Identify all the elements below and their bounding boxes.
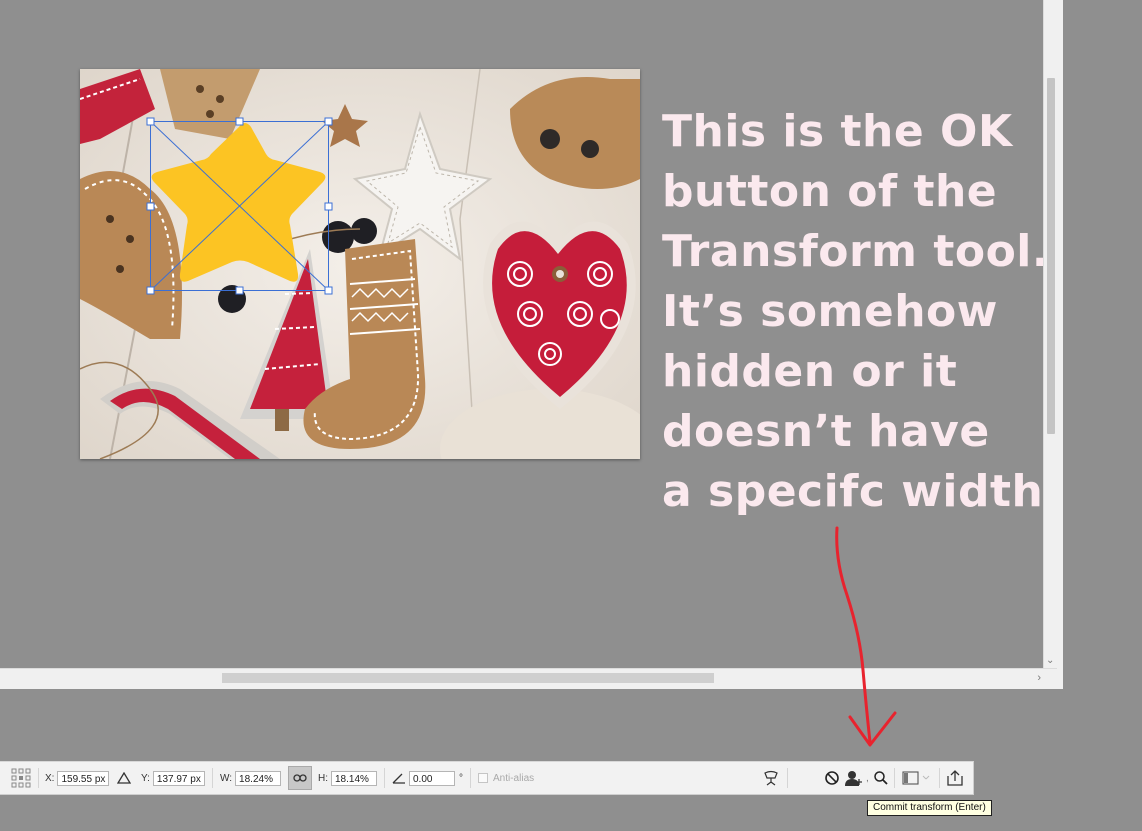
- width-input[interactable]: 18.24%: [235, 770, 282, 786]
- y-label: Y:: [141, 772, 150, 784]
- scroll-right-icon[interactable]: ›: [1037, 672, 1041, 684]
- height-label: H:: [318, 772, 328, 784]
- commit-icon: [845, 771, 862, 786]
- annotation-line: This is the OK: [662, 106, 1013, 157]
- tooltip: Commit transform (Enter): [867, 800, 992, 816]
- annotation-line: button of the: [662, 166, 998, 217]
- rotate-angle-icon: [392, 762, 406, 794]
- vertical-scrollbar[interactable]: ⌄: [1043, 0, 1058, 668]
- vertical-scrollbar-thumb[interactable]: [1047, 78, 1055, 434]
- document-image[interactable]: [80, 69, 640, 459]
- annotation-text: This is the OK button of the Transform t…: [662, 102, 1050, 522]
- panel-edge: [1057, 0, 1063, 689]
- rotation-angle-input[interactable]: 0.00: [409, 770, 455, 786]
- cancel-icon: [825, 771, 839, 785]
- panel-layout-icon[interactable]: [902, 762, 930, 794]
- horizontal-scrollbar-thumb[interactable]: [222, 673, 714, 683]
- annotation-line: It’s somehow: [662, 286, 998, 337]
- share-icon[interactable]: [946, 762, 964, 794]
- degree-symbol: °: [459, 772, 463, 784]
- commit-transform-button[interactable]: [844, 762, 864, 794]
- y-position-input[interactable]: 137.97 px: [152, 770, 205, 786]
- transform-options-bar: X: 159.55 px Y: 137.97 px W: 18.24% H: 1…: [0, 761, 974, 795]
- annotation-line: a specifc width: [662, 466, 1044, 517]
- x-label: X:: [45, 772, 55, 784]
- width-label: W:: [220, 772, 233, 784]
- cancel-transform-button[interactable]: [824, 762, 840, 794]
- anti-alias-checkbox[interactable]: [478, 773, 488, 783]
- annotation-line: hidden or it: [662, 346, 958, 397]
- height-input[interactable]: 18.14%: [331, 770, 377, 786]
- red-arrow-annotation: [835, 526, 897, 747]
- annotation-line: Transform tool.: [662, 226, 1050, 277]
- x-position-input[interactable]: 159.55 px: [57, 770, 110, 786]
- reference-point-icon[interactable]: [10, 762, 32, 794]
- link-proportions-button[interactable]: [288, 766, 312, 790]
- zoom-icon[interactable]: [873, 762, 889, 794]
- scroll-down-icon[interactable]: ⌄: [1046, 656, 1054, 666]
- christmas-ornaments-photo: [80, 69, 640, 459]
- relative-position-icon[interactable]: [117, 762, 131, 794]
- anti-alias-label: Anti-alias: [493, 772, 535, 784]
- link-icon: [293, 774, 307, 782]
- annotation-line: doesn’t have: [662, 406, 990, 457]
- warp-mode-icon[interactable]: [762, 762, 780, 794]
- options-divider-icon: ,: [866, 772, 869, 784]
